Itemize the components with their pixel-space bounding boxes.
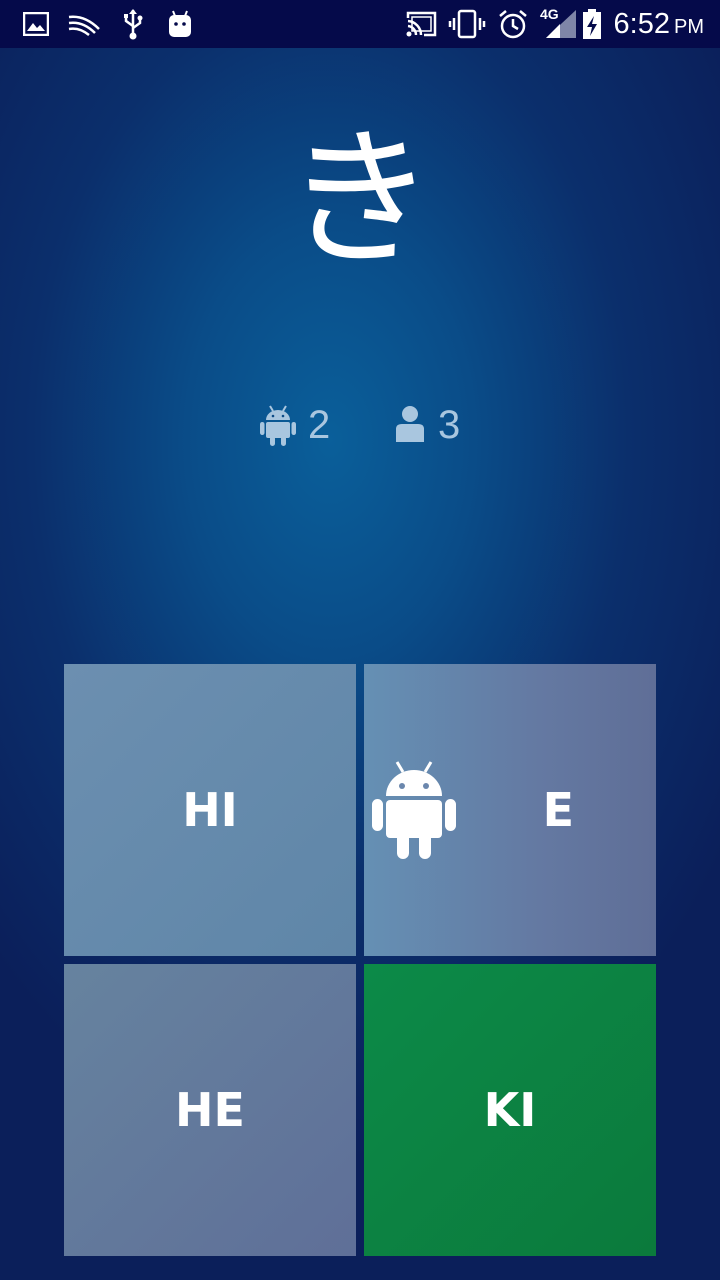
answer-button-hi[interactable]: HI bbox=[64, 664, 356, 956]
signal-icon: 4G bbox=[538, 0, 578, 48]
computer-score: 2 bbox=[260, 400, 330, 450]
swiftkey-icon bbox=[66, 0, 102, 48]
battery-charging-icon bbox=[580, 0, 604, 48]
answer-button-e[interactable]: E bbox=[364, 664, 656, 956]
ampm-text: PM bbox=[674, 16, 704, 38]
usb-icon bbox=[120, 0, 146, 48]
answer-button-he[interactable]: HE bbox=[64, 964, 356, 1256]
answer-label: HI bbox=[182, 783, 238, 837]
cast-icon bbox=[404, 0, 438, 48]
answer-label: KI bbox=[483, 1083, 537, 1137]
question-kana: き bbox=[284, 113, 435, 287]
time-text: 6:52 bbox=[613, 8, 670, 40]
android-icon bbox=[260, 405, 296, 446]
player-score-value: 3 bbox=[438, 402, 461, 447]
vibrate-icon bbox=[448, 0, 486, 48]
android-debug-icon bbox=[166, 0, 194, 48]
player-score: 3 bbox=[394, 400, 460, 450]
status-time: 6:52 PM bbox=[614, 0, 704, 48]
answer-label: E bbox=[542, 783, 574, 837]
gallery-icon bbox=[22, 0, 50, 48]
network-type-label: 4G bbox=[540, 6, 559, 22]
android-icon bbox=[372, 761, 456, 859]
answer-label: HE bbox=[175, 1083, 245, 1137]
answer-button-ki[interactable]: KI bbox=[364, 964, 656, 1256]
person-icon bbox=[396, 406, 424, 442]
computer-score-value: 2 bbox=[308, 402, 331, 447]
alarm-icon bbox=[496, 0, 530, 48]
status-bar: 4G 6:52 PM bbox=[0, 0, 720, 48]
answer-grid: HI E HE KI bbox=[64, 664, 656, 1256]
